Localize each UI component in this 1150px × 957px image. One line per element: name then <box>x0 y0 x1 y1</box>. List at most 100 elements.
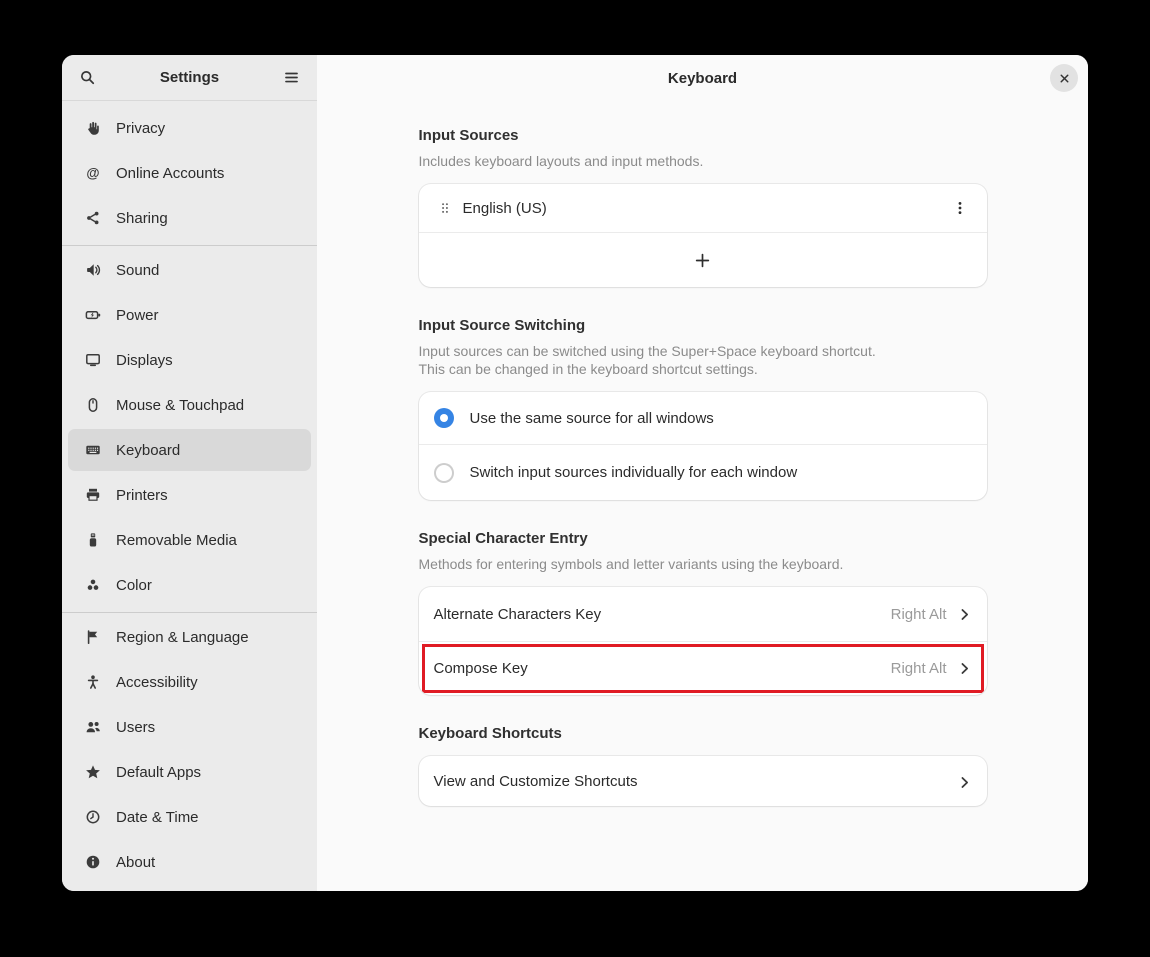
sidebar-item-label: Online Accounts <box>116 165 224 182</box>
add-input-source-button[interactable] <box>419 232 987 287</box>
sidebar-item-users[interactable]: Users <box>68 706 311 748</box>
speaker-icon <box>85 262 101 278</box>
special-character-card: Alternate Characters Key Right Alt Compo… <box>419 587 987 695</box>
keyboard-shortcuts-section: Keyboard Shortcuts View and Customize Sh… <box>419 725 987 806</box>
hamburger-menu-icon <box>283 69 300 86</box>
section-description: Includes keyboard layouts and input meth… <box>419 152 987 170</box>
input-source-label: English (US) <box>463 200 547 217</box>
sidebar-item-label: Removable Media <box>116 532 237 549</box>
desktop-background: Settings Privacy Online Accounts Sharing… <box>0 0 1150 957</box>
plus-icon <box>694 252 711 269</box>
sidebar-item-label: Accessibility <box>116 674 198 691</box>
sidebar-item-label: Default Apps <box>116 764 201 781</box>
sidebar-item-label: Date & Time <box>116 809 199 826</box>
keyboard-icon <box>85 442 101 458</box>
sidebar-item-label: Printers <box>116 487 168 504</box>
panel-content: Input Sources Includes keyboard layouts … <box>317 101 1088 891</box>
sidebar-title: Settings <box>100 69 279 86</box>
color-icon <box>85 577 101 593</box>
option-switch-per-window[interactable]: Switch input sources individually for ea… <box>419 444 987 500</box>
chevron-right-icon <box>957 607 972 622</box>
clock-icon <box>85 809 101 825</box>
input-source-switching-section: Input Source Switching Input sources can… <box>419 317 987 500</box>
sidebar-item-printers[interactable]: Printers <box>68 474 311 516</box>
sidebar-item-label: Privacy <box>116 120 165 137</box>
sidebar-item-color[interactable]: Color <box>68 564 311 606</box>
sidebar-item-default-apps[interactable]: Default Apps <box>68 751 311 793</box>
sidebar-item-about[interactable]: About <box>68 841 311 883</box>
sidebar-item-label: Sharing <box>116 210 168 227</box>
close-icon <box>1058 72 1071 85</box>
info-icon <box>85 854 101 870</box>
main-menu-button[interactable] <box>279 65 304 90</box>
keyboard-panel: Keyboard Input Sources Includes keyboard… <box>317 55 1088 891</box>
usb-icon <box>85 532 101 548</box>
input-source-options-button[interactable] <box>948 196 972 220</box>
sidebar-item-label: Color <box>116 577 152 594</box>
input-sources-card: English (US) <box>419 184 987 287</box>
sidebar-item-label: Sound <box>116 262 159 279</box>
search-button[interactable] <box>75 65 100 90</box>
sidebar-item-power[interactable]: Power <box>68 294 311 336</box>
sidebar-item-online-accounts[interactable]: Online Accounts <box>68 152 311 194</box>
section-description-line1: Input sources can be switched using the … <box>419 342 987 360</box>
sidebar-item-date-time[interactable]: Date & Time <box>68 796 311 838</box>
sidebar-item-keyboard[interactable]: Keyboard <box>68 429 311 471</box>
sidebar-item-displays[interactable]: Displays <box>68 339 311 381</box>
special-character-entry-section: Special Character Entry Methods for ente… <box>419 530 987 695</box>
chevron-right-icon <box>957 661 972 676</box>
input-sources-section: Input Sources Includes keyboard layouts … <box>419 127 987 287</box>
sidebar-item-removable-media[interactable]: Removable Media <box>68 519 311 561</box>
chevron-right-icon <box>957 774 972 789</box>
kebab-menu-icon <box>952 200 968 216</box>
section-heading: Keyboard Shortcuts <box>419 725 987 742</box>
option-same-source-all-windows[interactable]: Use the same source for all windows <box>419 392 987 444</box>
star-icon <box>85 764 101 780</box>
section-description-line2: This can be changed in the keyboard shor… <box>419 360 987 378</box>
row-value: Right Alt <box>891 660 947 677</box>
sidebar-separator <box>62 245 317 246</box>
sidebar-item-sound[interactable]: Sound <box>68 249 311 291</box>
battery-icon <box>85 307 101 323</box>
sidebar-item-label: Mouse & Touchpad <box>116 397 244 414</box>
row-value: Right Alt <box>891 606 947 623</box>
input-source-row-english-us: English (US) <box>419 184 987 232</box>
close-button[interactable] <box>1050 64 1078 92</box>
sidebar-item-accessibility[interactable]: Accessibility <box>68 661 311 703</box>
sidebar-item-label: Power <box>116 307 159 324</box>
sidebar-item-mouse-touchpad[interactable]: Mouse & Touchpad <box>68 384 311 426</box>
share-icon <box>85 210 101 226</box>
printer-icon <box>85 487 101 503</box>
radio-button[interactable] <box>434 408 454 428</box>
section-heading: Special Character Entry <box>419 530 987 547</box>
section-heading: Input Source Switching <box>419 317 987 334</box>
compose-key-row[interactable]: Compose Key Right Alt <box>419 641 987 695</box>
search-icon <box>79 69 96 86</box>
section-heading: Input Sources <box>419 127 987 144</box>
page-title: Keyboard <box>668 70 737 87</box>
sidebar-item-label: Users <box>116 719 155 736</box>
sidebar-separator <box>62 612 317 613</box>
sidebar-nav: Privacy Online Accounts Sharing Sound Po… <box>62 101 317 891</box>
section-description: Methods for entering symbols and letter … <box>419 555 987 573</box>
gnome-settings-window: Settings Privacy Online Accounts Sharing… <box>62 55 1088 891</box>
view-customize-shortcuts-row[interactable]: View and Customize Shortcuts <box>419 756 987 806</box>
sidebar-item-label: About <box>116 854 155 871</box>
sidebar-item-label: Displays <box>116 352 173 369</box>
mouse-icon <box>85 397 101 413</box>
flag-icon <box>85 629 101 645</box>
monitor-icon <box>85 352 101 368</box>
users-icon <box>85 719 101 735</box>
sidebar-item-label: Region & Language <box>116 629 249 646</box>
sidebar-item-privacy[interactable]: Privacy <box>68 107 311 149</box>
accessibility-icon <box>85 674 101 690</box>
sidebar-item-region-language[interactable]: Region & Language <box>68 616 311 658</box>
settings-sidebar: Settings Privacy Online Accounts Sharing… <box>62 55 317 891</box>
radio-button[interactable] <box>434 463 454 483</box>
keyboard-shortcuts-card: View and Customize Shortcuts <box>419 756 987 806</box>
drag-handle-icon[interactable] <box>434 197 456 219</box>
alternate-characters-key-row[interactable]: Alternate Characters Key Right Alt <box>419 587 987 641</box>
at-icon <box>85 165 101 181</box>
hand-icon <box>85 120 101 136</box>
sidebar-item-sharing[interactable]: Sharing <box>68 197 311 239</box>
